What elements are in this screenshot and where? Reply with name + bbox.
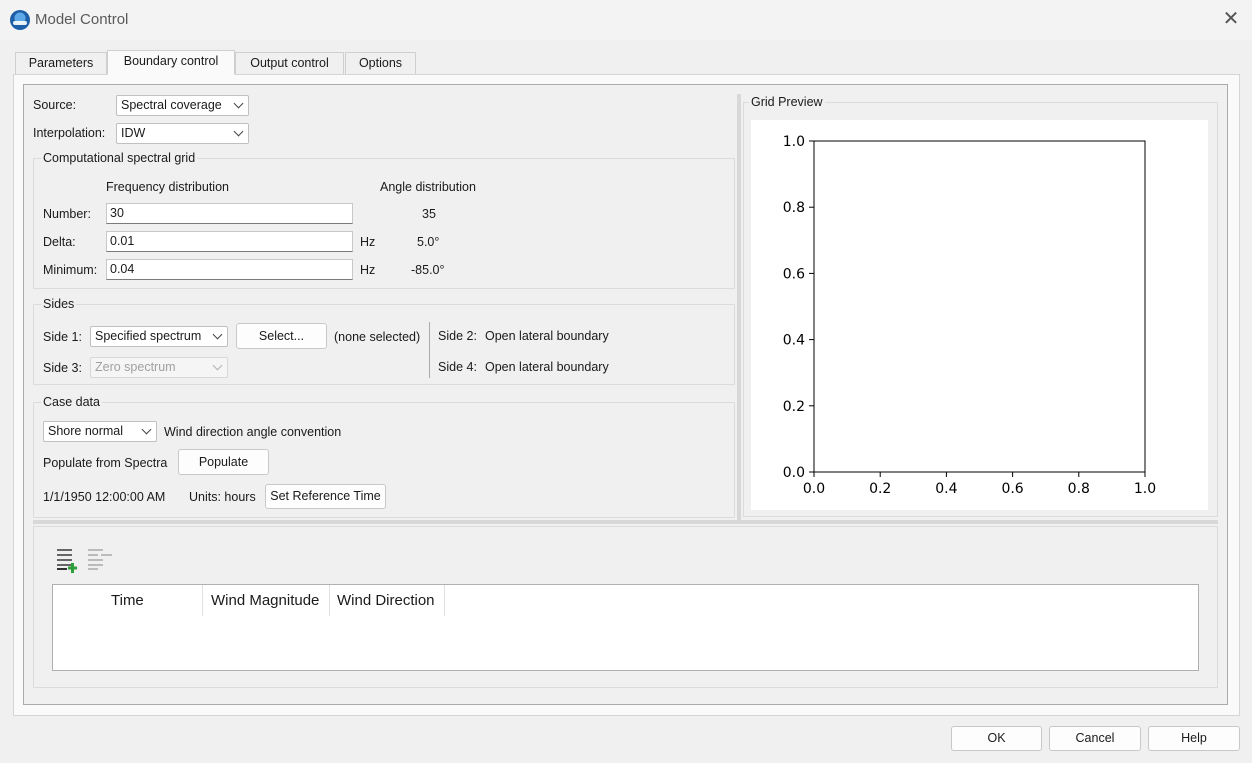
app-icon	[10, 10, 30, 30]
minimum-unit: Hz	[360, 263, 376, 277]
y-tick-label: 0.6	[783, 266, 805, 282]
side1-combo[interactable]: Specified spectrum	[90, 326, 228, 347]
side1-value: Specified spectrum	[95, 329, 202, 343]
side2-value: Open lateral boundary	[485, 329, 609, 343]
delta-label: Delta:	[43, 235, 76, 249]
title-bar	[0, 0, 1252, 40]
x-tick-label: 0.6	[1001, 481, 1023, 497]
help-button[interactable]: Help	[1148, 726, 1240, 751]
side4-value: Open lateral boundary	[485, 360, 609, 374]
selection-status: (none selected)	[334, 330, 421, 344]
tab-output-control[interactable]: Output control	[235, 52, 344, 75]
frequency-delta-input[interactable]: 0.01	[106, 231, 353, 252]
side4-label: Side 4:	[438, 360, 477, 374]
window-title: Model Control	[35, 11, 129, 28]
y-tick-label: 0.8	[783, 200, 805, 216]
frequency-header: Frequency distribution	[106, 180, 229, 194]
tab-parameters[interactable]: Parameters	[15, 52, 107, 75]
angle-number-value: 35	[422, 207, 436, 221]
side3-combo: Zero spectrum	[90, 357, 228, 378]
minimum-label: Minimum:	[43, 263, 98, 277]
side3-label: Side 3:	[43, 361, 82, 375]
angle-convention-combo[interactable]: Shore normal	[43, 421, 157, 442]
source-value: Spectral coverage	[121, 98, 222, 112]
close-icon[interactable]: ✕	[1220, 8, 1242, 30]
y-tick-label: 0.4	[783, 333, 805, 349]
source-label: Source:	[33, 98, 77, 112]
angle-minimum-value: -85.0°	[411, 263, 445, 277]
y-tick-label: 0.0	[783, 465, 805, 481]
y-tick-label: 0.2	[783, 399, 805, 415]
chevron-down-icon	[233, 126, 244, 137]
chevron-down-icon	[141, 424, 152, 435]
ok-button[interactable]: OK	[951, 726, 1042, 751]
tab-boundary-control[interactable]: Boundary control	[107, 50, 235, 75]
side1-label: Side 1:	[43, 330, 82, 344]
x-tick-label: 0.0	[803, 481, 825, 497]
angle-delta-value: 5.0°	[417, 235, 440, 249]
x-tick-label: 0.2	[869, 481, 891, 497]
plot-frame	[813, 140, 1146, 473]
source-combo[interactable]: Spectral coverage	[116, 95, 249, 116]
cancel-button[interactable]: Cancel	[1049, 726, 1141, 751]
interpolation-value: IDW	[121, 126, 146, 140]
y-tick-label: 1.0	[783, 134, 805, 150]
column-header-wind-direction[interactable]: Wind Direction	[330, 585, 445, 616]
chevron-down-icon	[212, 329, 223, 340]
x-tick-label: 1.0	[1134, 481, 1156, 497]
populate-label: Populate from Spectra	[43, 456, 168, 470]
side3-value: Zero spectrum	[95, 360, 176, 374]
column-header-time[interactable]: Time	[53, 585, 203, 616]
frequency-number-input[interactable]: 30	[106, 203, 353, 224]
interpolation-label: Interpolation:	[33, 126, 106, 140]
interpolation-combo[interactable]: IDW	[116, 123, 249, 144]
chevron-down-icon	[233, 98, 244, 109]
remove-row-icon-graphic	[88, 549, 112, 570]
grid-preview-plot: 0.0 0.2 0.4 0.6 0.8 1.0 0.0 0.2 0.4 0.6 0.8 1.0	[783, 134, 1156, 497]
column-header-wind-magnitude[interactable]: Wind Magnitude	[203, 585, 330, 616]
spectral-grid-title: Computational spectral grid	[41, 151, 198, 165]
delta-unit: Hz	[360, 235, 376, 249]
units-label: Units: hours	[189, 490, 256, 504]
populate-button[interactable]: Populate	[178, 449, 269, 475]
angle-header: Angle distribution	[380, 180, 476, 194]
side2-label: Side 2:	[438, 329, 477, 343]
horizontal-splitter[interactable]	[33, 520, 1218, 524]
set-reference-time-button[interactable]: Set Reference Time	[265, 484, 386, 509]
remove-row-icon[interactable]	[87, 547, 113, 573]
number-label: Number:	[43, 207, 91, 221]
sides-title: Sides	[41, 297, 77, 311]
x-tick-label: 0.8	[1068, 481, 1090, 497]
reference-time: 1/1/1950 12:00:00 AM	[43, 490, 166, 504]
add-row-icon-graphic	[57, 549, 77, 573]
frequency-minimum-input[interactable]: 0.04	[106, 259, 353, 280]
grid-preview-canvas[interactable]: 0.0 0.2 0.4 0.6 0.8 1.0 0.0 0.2 0.4 0.6 0.8 1.0	[751, 120, 1208, 510]
case-data-title: Case data	[41, 395, 102, 409]
x-tick-label: 0.4	[935, 481, 957, 497]
sides-separator	[429, 322, 430, 378]
chevron-down-icon	[212, 360, 223, 371]
wind-table[interactable]: Time Wind Magnitude Wind Direction	[52, 584, 1199, 671]
angle-convention-label: Wind direction angle convention	[164, 425, 342, 439]
angle-convention-value: Shore normal	[48, 424, 124, 438]
grid-preview-title: Grid Preview	[749, 95, 825, 109]
tab-options[interactable]: Options	[345, 52, 416, 75]
select-button[interactable]: Select...	[236, 323, 327, 349]
add-row-icon[interactable]	[56, 547, 78, 573]
vertical-splitter[interactable]	[737, 94, 741, 520]
